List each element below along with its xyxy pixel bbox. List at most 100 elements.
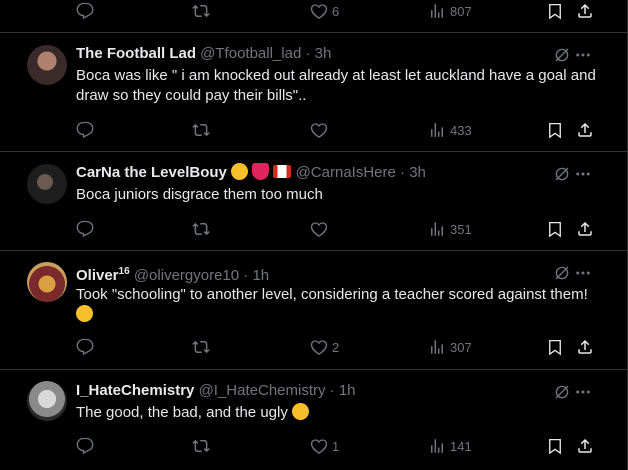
grok-button[interactable] (553, 165, 571, 183)
reply-button[interactable] (76, 1, 94, 21)
avatar[interactable] (27, 164, 67, 204)
separator-dot: · (305, 45, 311, 62)
retweet-icon (192, 340, 210, 354)
retweet-button[interactable] (192, 219, 210, 239)
bookmark-button[interactable] (546, 436, 564, 456)
reply-button[interactable] (76, 219, 94, 239)
grok-icon (555, 266, 569, 280)
red-heart-emoji (252, 163, 270, 180)
retweet-button[interactable] (192, 436, 210, 456)
author-handle[interactable]: @I_HateChemistry (199, 382, 326, 399)
author-name[interactable]: Oliver16 (76, 266, 130, 284)
views-count: 141 (450, 438, 472, 454)
author-name[interactable]: The Football Lad (76, 45, 196, 62)
tweet-text-content: Took "schooling" to another level, consi… (76, 286, 588, 303)
like-icon (310, 4, 328, 20)
grok-button[interactable] (553, 264, 571, 282)
more-button[interactable] (574, 165, 592, 183)
winking-face-emoji (76, 305, 93, 322)
reply-icon (76, 220, 94, 238)
grok-button[interactable] (553, 383, 571, 401)
timestamp[interactable]: 1h (252, 267, 269, 284)
tweet-actions: 1 141 (76, 436, 606, 456)
retweet-icon (192, 4, 210, 18)
like-button[interactable]: 1 (310, 436, 339, 456)
author-name[interactable]: CarNa the LevelBouy (76, 164, 227, 181)
bookmark-icon (549, 438, 561, 455)
like-button[interactable] (310, 219, 332, 239)
views-button[interactable]: 307 (428, 337, 472, 357)
like-button[interactable]: 6 (310, 1, 339, 21)
reply-button[interactable] (76, 120, 94, 140)
like-icon (310, 222, 328, 238)
share-button[interactable] (576, 436, 594, 456)
like-count: 1 (332, 438, 340, 454)
more-icon (576, 271, 590, 275)
views-button[interactable]: 433 (428, 120, 472, 140)
tweet-header: The Football Lad @Tfootball_lad · 3h (76, 44, 331, 64)
author-name[interactable]: I_HateChemistry (76, 382, 194, 399)
more-icon (576, 390, 590, 394)
more-button[interactable] (574, 264, 592, 282)
views-button[interactable]: 351 (428, 219, 472, 239)
views-icon (431, 222, 443, 236)
retweet-button[interactable] (192, 1, 210, 21)
tweet-partial-top[interactable]: 6 807 (0, 0, 627, 33)
grok-icon (555, 167, 569, 181)
bookmark-icon (549, 3, 561, 20)
grok-button[interactable] (553, 46, 571, 64)
bookmark-button[interactable] (546, 337, 564, 357)
timestamp[interactable]: 3h (409, 164, 426, 181)
avatar[interactable] (27, 262, 67, 302)
like-button[interactable] (310, 120, 332, 140)
more-button[interactable] (574, 46, 592, 64)
tweet-text-content: The good, the bad, and the ugly (76, 404, 288, 421)
author-handle[interactable]: @CarnaIsHere (296, 164, 396, 181)
like-button[interactable]: 2 (310, 337, 339, 357)
author-name-superscript: 16 (118, 266, 130, 277)
author-name-text: Oliver (76, 267, 119, 284)
timestamp[interactable]: 1h (339, 382, 356, 399)
bookmark-icon (549, 122, 561, 139)
share-button[interactable] (576, 219, 594, 239)
reply-button[interactable] (76, 436, 94, 456)
author-handle[interactable]: @olivergyore10 (134, 267, 239, 284)
tweet[interactable]: I_HateChemistry @I_HateChemistry · 1h Th… (0, 370, 627, 470)
reply-icon (76, 2, 94, 20)
views-icon (431, 123, 443, 137)
views-button[interactable]: 807 (428, 1, 472, 21)
bookmark-icon (549, 221, 561, 238)
separator-dot: · (329, 382, 335, 399)
bookmark-button[interactable] (546, 120, 564, 140)
tweet-header: I_HateChemistry @I_HateChemistry · 1h (76, 381, 356, 401)
bookmark-button[interactable] (546, 219, 564, 239)
retweet-icon (192, 222, 210, 236)
retweet-button[interactable] (192, 337, 210, 357)
tweet[interactable]: CarNa the LevelBouy @CarnaIsHere · 3h Bo… (0, 152, 627, 251)
share-icon (578, 122, 592, 137)
author-handle[interactable]: @Tfootball_lad (200, 45, 301, 62)
tweet-text: The good, the bad, and the ugly (76, 403, 596, 423)
like-count: 6 (332, 3, 340, 19)
share-button[interactable] (576, 120, 594, 140)
share-button[interactable] (576, 1, 594, 21)
reply-button[interactable] (76, 337, 94, 357)
views-count: 307 (450, 339, 472, 355)
separator-dot: · (400, 164, 406, 181)
share-button[interactable] (576, 337, 594, 357)
share-icon (578, 438, 592, 453)
like-icon (310, 340, 328, 356)
timestamp[interactable]: 3h (315, 45, 332, 62)
grok-icon (555, 48, 569, 62)
reply-icon (76, 338, 94, 356)
retweet-button[interactable] (192, 120, 210, 140)
avatar[interactable] (27, 381, 67, 421)
more-icon (576, 53, 590, 57)
more-button[interactable] (574, 383, 592, 401)
share-icon (578, 339, 592, 354)
views-button[interactable]: 141 (428, 436, 472, 456)
tweet[interactable]: The Football Lad @Tfootball_lad · 3h Boc… (0, 33, 627, 152)
avatar[interactable] (27, 45, 67, 85)
tweet[interactable]: Oliver16 @olivergyore10 · 1h Took "schoo… (0, 251, 627, 370)
bookmark-button[interactable] (546, 1, 564, 21)
